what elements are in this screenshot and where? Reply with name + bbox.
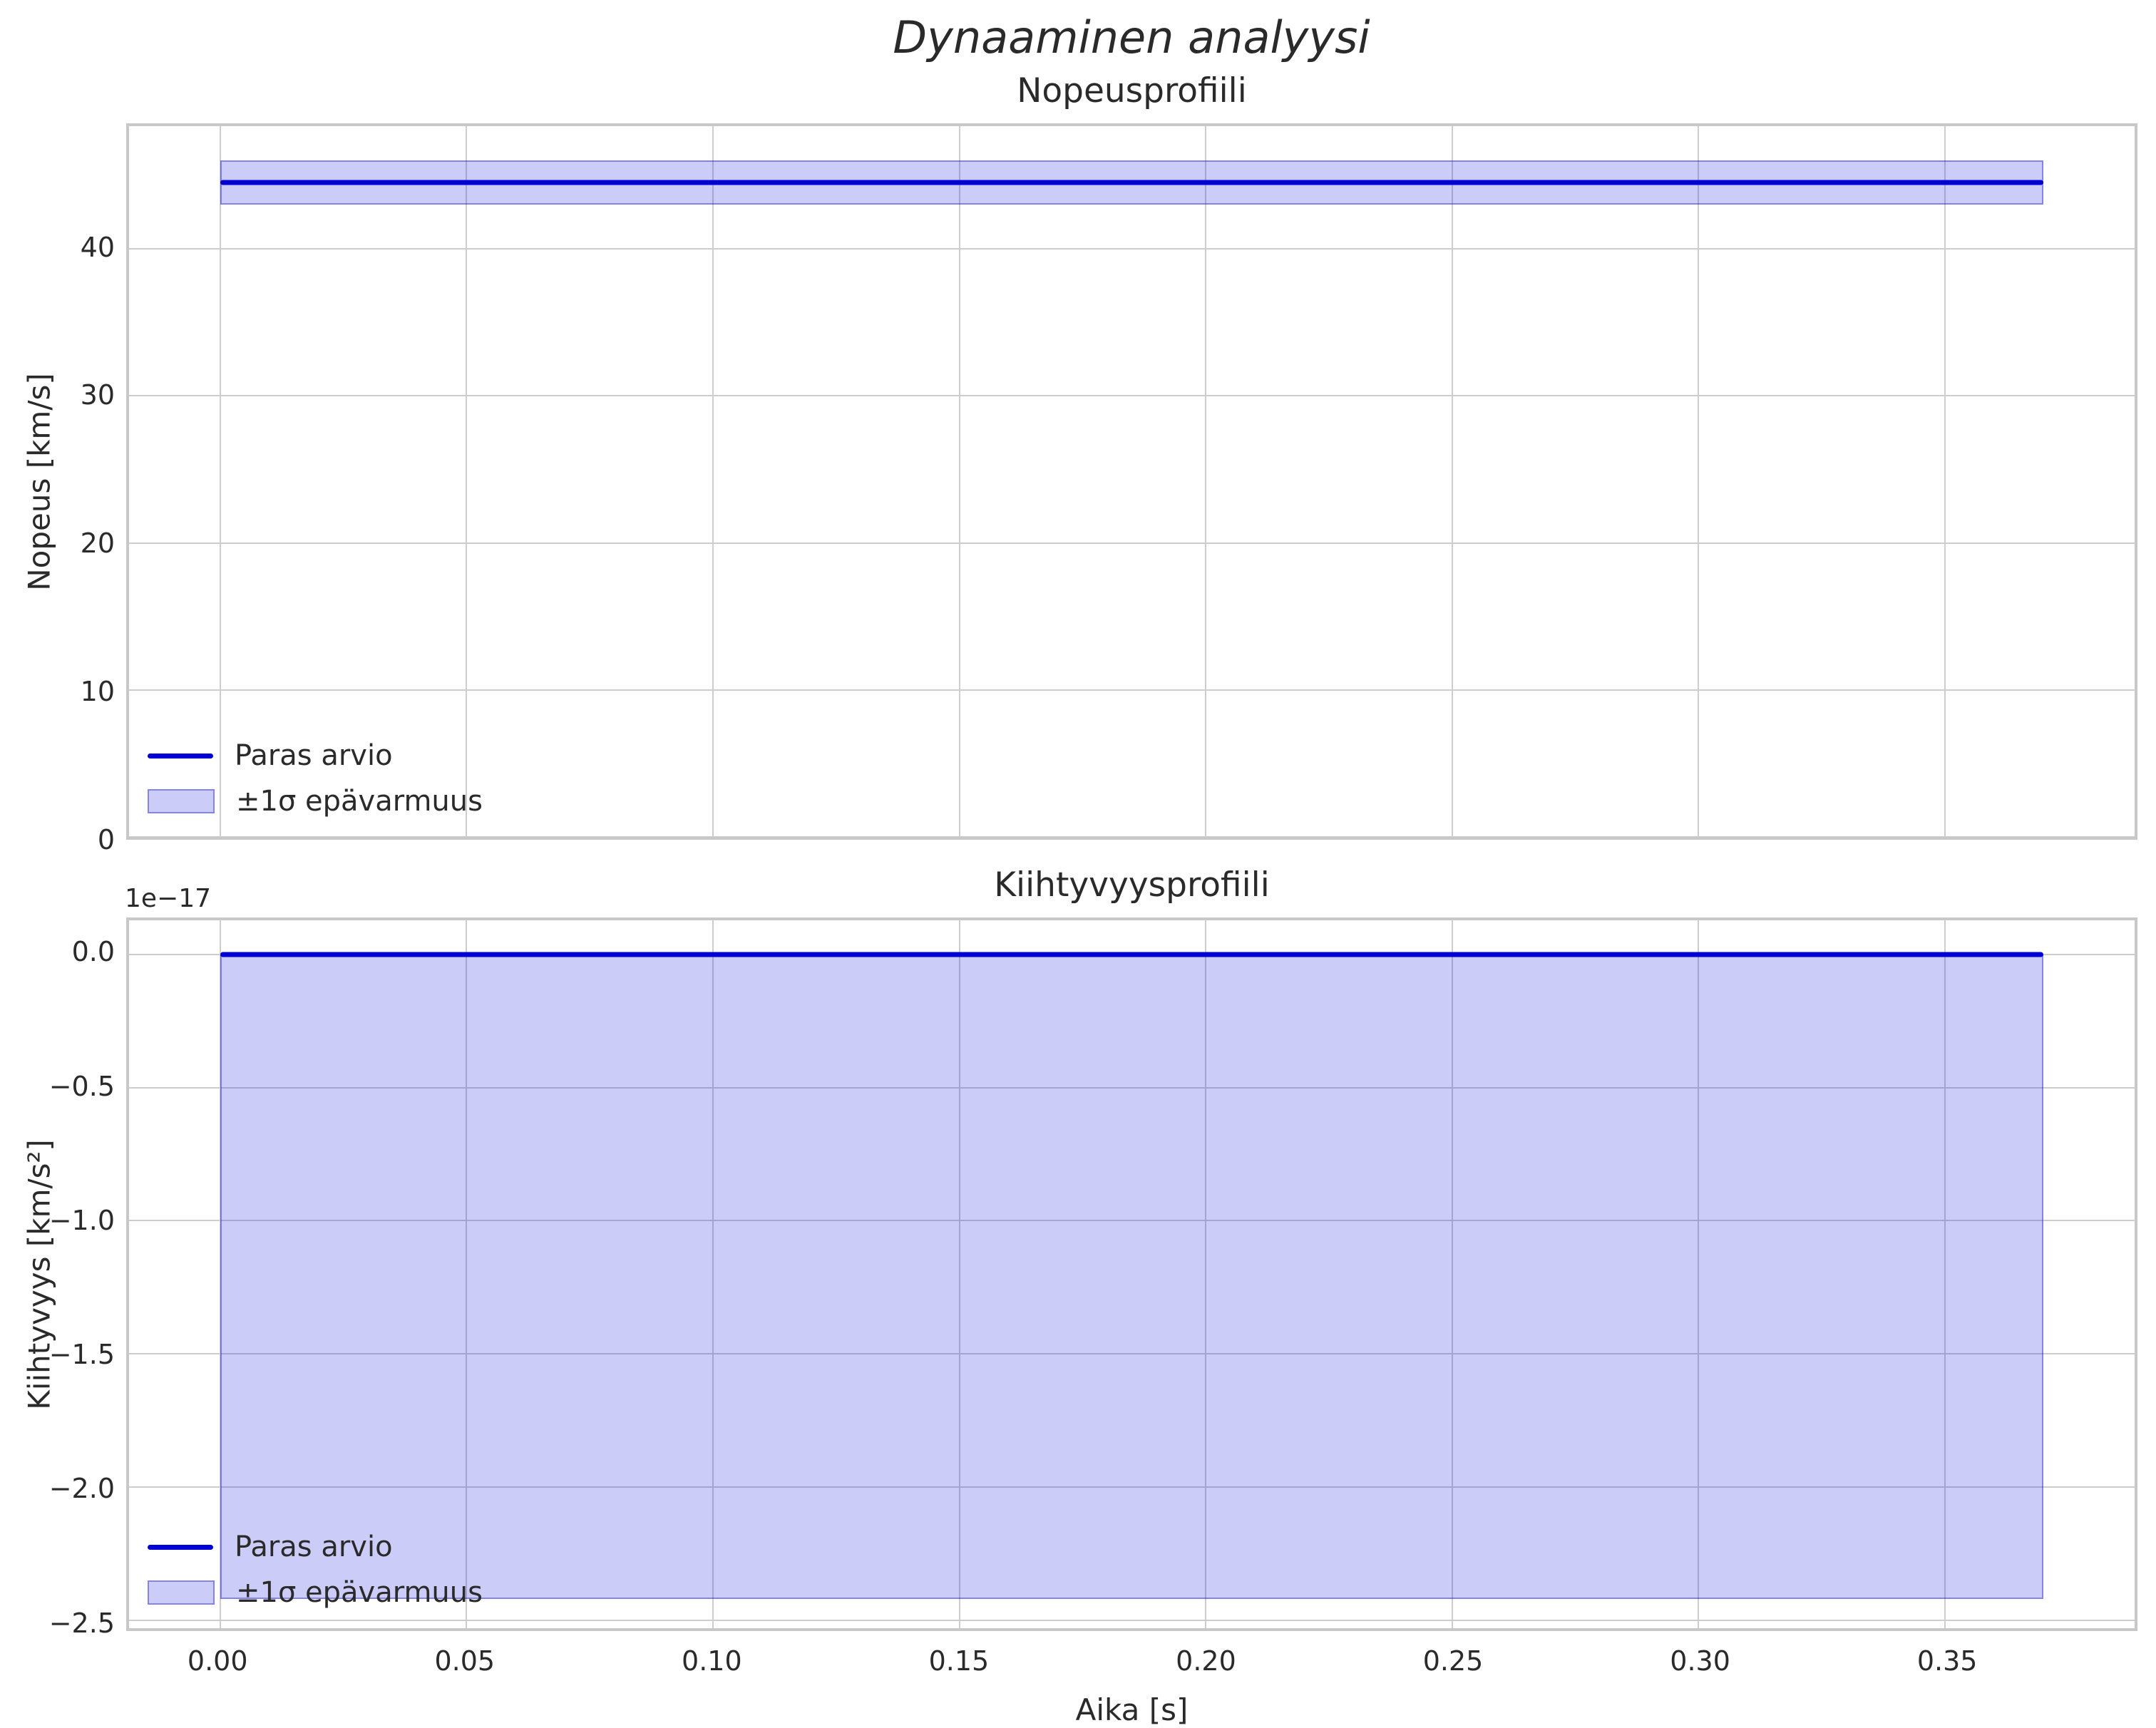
velocity-plot-area: [126, 123, 2137, 840]
figure: Dynaaminen analyysi Nopeusprofiili Nopeu…: [0, 0, 2156, 1728]
gridline-vertical: [1451, 126, 1453, 837]
legend-label: Paras arvio: [235, 739, 393, 772]
legend-entry: Paras arvio: [148, 1527, 483, 1567]
best-estimate-line: [220, 180, 2044, 185]
acceleration-chart-title: Kiihtyvyysprofiili: [994, 865, 1270, 905]
velocity-chart-title: Nopeusprofiili: [1017, 71, 1247, 110]
velocity-y-axis-label: Nopeus [km/s]: [21, 372, 57, 591]
y-tick-label: −0.5: [48, 1070, 115, 1102]
gridline-vertical: [466, 126, 468, 837]
x-tick-label: 0.25: [1422, 1645, 1484, 1677]
best-estimate-line: [220, 952, 2044, 957]
legend-line-sample: [148, 753, 213, 758]
x-tick-label: 0.35: [1916, 1645, 1978, 1677]
legend-patch-sample: [148, 789, 215, 813]
gridline-horizontal: [129, 395, 2135, 397]
y-tick-label: 10: [80, 676, 115, 708]
acceleration-plot-area: [126, 917, 2137, 1631]
legend-entry: Paras arvio: [148, 736, 483, 776]
y-tick-label: 30: [80, 379, 115, 411]
legend-label: ±1σ epävarmuus: [236, 785, 483, 818]
gridline-vertical: [1205, 126, 1207, 837]
x-tick-label: 0.10: [682, 1645, 742, 1677]
gridline-horizontal: [129, 1619, 2135, 1621]
velocity-legend: Paras arvio ±1σ epävarmuus: [148, 736, 483, 821]
gridline-vertical: [958, 126, 960, 837]
gridline-horizontal: [129, 689, 2135, 691]
uncertainty-band: [220, 954, 2044, 1599]
gridline-vertical: [1944, 126, 1946, 837]
gridline-vertical: [712, 126, 714, 837]
x-tick-label: 0.15: [928, 1645, 990, 1677]
y-tick-label: −2.5: [48, 1607, 115, 1639]
gridline-vertical: [1698, 126, 1700, 837]
legend-line-sample: [148, 1544, 213, 1550]
acceleration-legend: Paras arvio ±1σ epävarmuus: [148, 1527, 483, 1613]
acceleration-y-axis-label: Kiihtyvyys [km/s²]: [21, 1138, 57, 1410]
velocity-chart: Nopeusprofiili Nopeus [km/s] 0 10 20 30 40 P…: [22, 71, 2137, 855]
legend-patch-sample: [148, 1580, 215, 1605]
x-tick-label: 0.20: [1176, 1645, 1236, 1677]
legend-entry: ±1σ epävarmuus: [148, 1573, 483, 1613]
y-tick-label: 20: [80, 528, 115, 560]
y-tick-label: 0.0: [71, 936, 115, 968]
legend-label: Paras arvio: [235, 1531, 393, 1563]
x-axis-label: Aika [s]: [1075, 1692, 1189, 1727]
gridline-horizontal: [129, 248, 2135, 250]
x-tick-label: 0.05: [434, 1645, 496, 1677]
x-tick-label: 0.00: [187, 1645, 248, 1677]
y-tick-label: −1.5: [48, 1339, 115, 1371]
gridline-horizontal: [129, 542, 2135, 544]
y-tick-label: −2.0: [48, 1473, 115, 1505]
y-axis-offset-label: 1e−17: [125, 884, 212, 913]
figure-title: Dynaaminen analyysi: [893, 11, 1370, 63]
y-tick-label: −1.0: [48, 1204, 115, 1236]
x-tick-label: 0.30: [1670, 1645, 1730, 1677]
legend-entry: ±1σ epävarmuus: [148, 781, 483, 821]
y-tick-label: 0: [97, 824, 115, 855]
gridline-vertical: [219, 126, 221, 837]
legend-label: ±1σ epävarmuus: [236, 1576, 483, 1609]
y-tick-label: 40: [80, 231, 115, 263]
acceleration-chart: Kiihtyvyysprofiili 1e−17 Kiihtyvyys [km/…: [22, 865, 2137, 1727]
gridline-horizontal: [129, 836, 2135, 837]
